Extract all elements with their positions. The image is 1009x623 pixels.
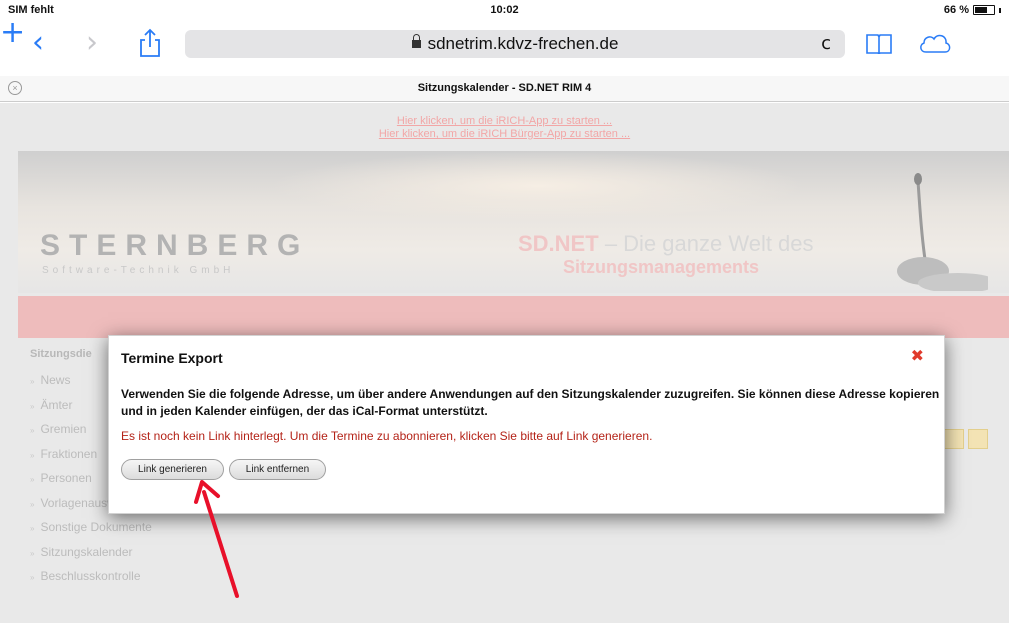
lock-icon — [411, 34, 421, 48]
brand-name: SD.NET — [518, 231, 599, 256]
bullet-icon: » — [30, 475, 35, 484]
battery-icon — [973, 5, 995, 15]
battery-percent: 66 % — [943, 4, 969, 16]
close-icon[interactable]: ✖ — [911, 346, 924, 365]
sidebar-item-label: Personen — [40, 471, 92, 485]
bullet-icon: » — [30, 524, 35, 533]
sidebar-item-sitzungskalender[interactable]: » Sitzungskalender — [30, 540, 190, 565]
dialog-description: Verwenden Sie die folgende Adresse, um ü… — [121, 387, 940, 418]
print-icon[interactable] — [968, 429, 988, 449]
back-button[interactable]: ‹ — [32, 28, 44, 58]
battery-cap — [999, 7, 1001, 13]
clock: 10:02 — [490, 4, 519, 16]
sidebar-item-label: Sitzungskalender — [40, 544, 133, 559]
bullet-icon: » — [30, 377, 35, 386]
sidebar-item-label: Beschlusskontrolle — [40, 569, 141, 583]
address-bar[interactable]: sdnetrim.kdvz-frechen.de c — [185, 30, 845, 58]
url-text: sdnetrim.kdvz-frechen.de — [427, 34, 619, 53]
sternberg-logo-sub: Software-Technik GmbH — [42, 265, 235, 276]
sidebar-item-label: Fraktionen — [40, 446, 98, 461]
browser-toolbar: ‹ › sdnetrim.kdvz-frechen.de c + — [0, 18, 1009, 72]
calendar-tool-icons — [944, 429, 988, 449]
no-link-warning: Es ist noch kein Link hinterlegt. Um die… — [121, 429, 653, 443]
sidebar-item-label: Ämter — [40, 397, 73, 412]
sternberg-logo: STERNBERG — [40, 229, 310, 262]
reload-button[interactable]: c — [821, 30, 831, 58]
bullet-icon: » — [30, 499, 35, 509]
banner-light — [268, 151, 808, 221]
tab-bar: × Sitzungskalender - SD.NET RIM 4 — [0, 76, 1009, 102]
brand-title: SD.NET – Die ganze Welt des — [518, 231, 814, 257]
header-banner: STERNBERG Software-Technik GmbH SD.NET –… — [18, 151, 1009, 293]
bookmarks-icon[interactable] — [866, 34, 892, 54]
bullet-icon: » — [30, 401, 35, 411]
sidebar-item-label: Sonstige Dokumente — [40, 520, 152, 534]
export-icon[interactable] — [944, 429, 964, 449]
tagline-line-1: – Die ganze Welt des — [604, 231, 814, 256]
tab-title[interactable]: Sitzungskalender - SD.NET RIM 4 — [0, 82, 1009, 94]
link-generieren-button[interactable]: Link generieren — [121, 459, 224, 480]
forward-button[interactable]: › — [86, 28, 98, 58]
cloud-tabs-icon[interactable] — [918, 32, 952, 54]
annotation-arrow-icon — [194, 480, 239, 598]
app-links: Hier klicken, um die iRICH-App zu starte… — [0, 115, 1009, 141]
bullet-icon: » — [30, 426, 35, 435]
irich-buerger-app-link[interactable]: Hier klicken, um die iRICH Bürger-App zu… — [0, 128, 1009, 141]
battery-status: 66 % — [944, 4, 1001, 16]
bullet-icon: » — [30, 450, 35, 460]
navigation-bar — [18, 296, 1009, 338]
sidebar-item-label: News — [40, 373, 71, 387]
bullet-icon: » — [30, 548, 35, 558]
share-icon[interactable] — [137, 28, 163, 58]
microphone-icon — [897, 173, 988, 291]
sidebar-item-beschlusskontrolle[interactable]: » Beschlusskontrolle — [30, 564, 190, 589]
new-tab-button[interactable]: + — [0, 15, 25, 50]
irich-app-link[interactable]: Hier klicken, um die iRICH-App zu starte… — [0, 115, 1009, 128]
bullet-icon: » — [30, 573, 35, 582]
status-bar: SIM fehlt 10:02 66 % — [0, 0, 1009, 20]
sidebar-item-sonstige-dokumente[interactable]: » Sonstige Dokumente — [30, 515, 190, 540]
tagline-line-2: Sitzungsmanagements — [563, 257, 760, 277]
dialog-title: Termine Export — [121, 350, 223, 366]
sidebar-item-label: Gremien — [40, 422, 87, 436]
link-entfernen-button[interactable]: Link entfernen — [229, 459, 326, 480]
